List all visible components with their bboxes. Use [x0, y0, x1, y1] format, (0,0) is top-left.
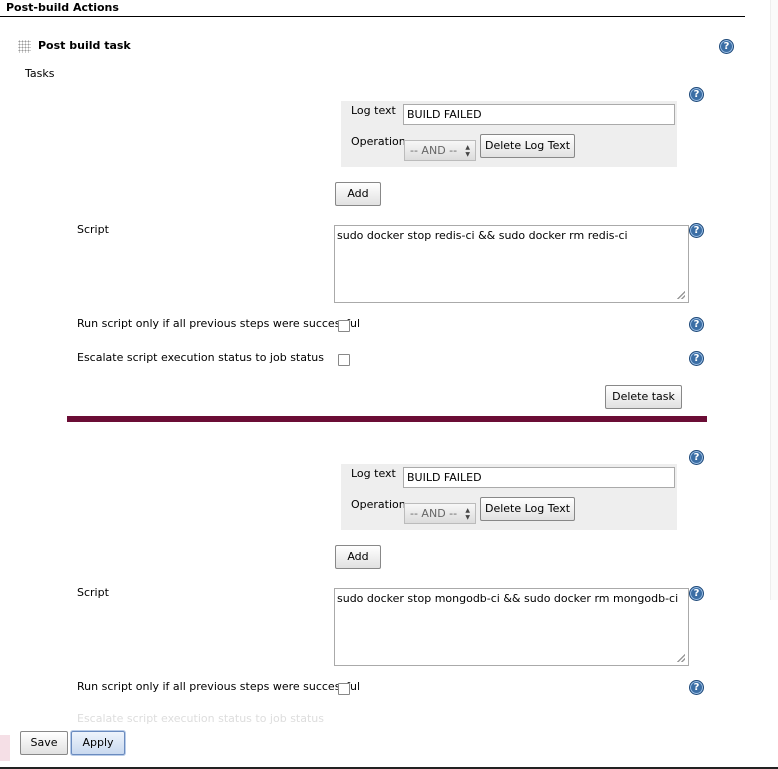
operation-select-value: -- AND -- [410, 144, 458, 157]
help-icon[interactable]: ? [689, 223, 704, 238]
add-log-text-button[interactable]: Add [335, 182, 381, 206]
run-only-if-success-checkbox[interactable] [338, 683, 350, 695]
log-text-input[interactable]: BUILD FAILED [403, 467, 675, 488]
scrollbar-track[interactable] [770, 0, 778, 600]
help-icon[interactable]: ? [689, 586, 704, 601]
select-arrows-icon: ▲ ▼ [465, 144, 470, 158]
escalate-status-label: Escalate script execution status to job … [77, 712, 324, 725]
help-icon[interactable]: ? [689, 450, 704, 465]
operation-select-value: -- AND -- [410, 507, 458, 520]
block-title: Post build task [38, 39, 131, 52]
escalate-status-label: Escalate script execution status to job … [77, 351, 324, 364]
log-text-label: Log text [351, 104, 396, 117]
run-only-if-success-checkbox[interactable] [338, 320, 350, 332]
help-icon[interactable]: ? [719, 39, 734, 54]
operation-select[interactable]: -- AND -- ▲ ▼ [404, 140, 476, 161]
help-icon[interactable]: ? [689, 680, 704, 695]
help-icon[interactable]: ? [689, 317, 704, 332]
script-label: Script [77, 586, 109, 599]
help-icon[interactable]: ? [689, 87, 704, 102]
run-only-if-success-label: Run script only if all previous steps we… [77, 317, 361, 330]
section-title: Post-build Actions [6, 1, 119, 14]
task-divider [67, 416, 707, 422]
script-text: sudo docker stop redis-ci && sudo docker… [337, 229, 628, 242]
log-text-label: Log text [351, 467, 396, 480]
operation-label: Operation [351, 498, 406, 511]
log-text-panel: Log text BUILD FAILED Operation -- AND -… [341, 101, 677, 167]
add-log-text-button[interactable]: Add [335, 545, 381, 569]
script-label: Script [77, 223, 109, 236]
delete-log-text-button[interactable]: Delete Log Text [480, 497, 575, 521]
escalate-status-checkbox[interactable] [338, 354, 350, 366]
script-text: sudo docker stop mongodb-ci && sudo dock… [337, 592, 679, 605]
help-icon[interactable]: ? [689, 351, 704, 366]
run-only-if-success-label: Run script only if all previous steps we… [77, 680, 361, 693]
log-text-input[interactable]: BUILD FAILED [403, 104, 675, 125]
side-marker [0, 735, 10, 761]
apply-button[interactable]: Apply [71, 731, 125, 755]
drag-handle-icon[interactable] [18, 40, 31, 53]
operation-select[interactable]: -- AND -- ▲ ▼ [404, 503, 476, 524]
save-button[interactable]: Save [20, 731, 68, 755]
log-text-panel: Log text BUILD FAILED Operation -- AND -… [341, 464, 677, 530]
resize-grip-icon[interactable] [677, 291, 685, 299]
resize-grip-icon[interactable] [677, 654, 685, 662]
operation-label: Operation [351, 135, 406, 148]
delete-log-text-button[interactable]: Delete Log Text [480, 134, 575, 158]
section-divider [0, 16, 745, 17]
tasks-label: Tasks [25, 67, 55, 80]
delete-task-button[interactable]: Delete task [605, 385, 682, 409]
select-arrows-icon: ▲ ▼ [465, 507, 470, 521]
script-textarea[interactable]: sudo docker stop mongodb-ci && sudo dock… [334, 588, 689, 666]
script-textarea[interactable]: sudo docker stop redis-ci && sudo docker… [334, 225, 689, 303]
